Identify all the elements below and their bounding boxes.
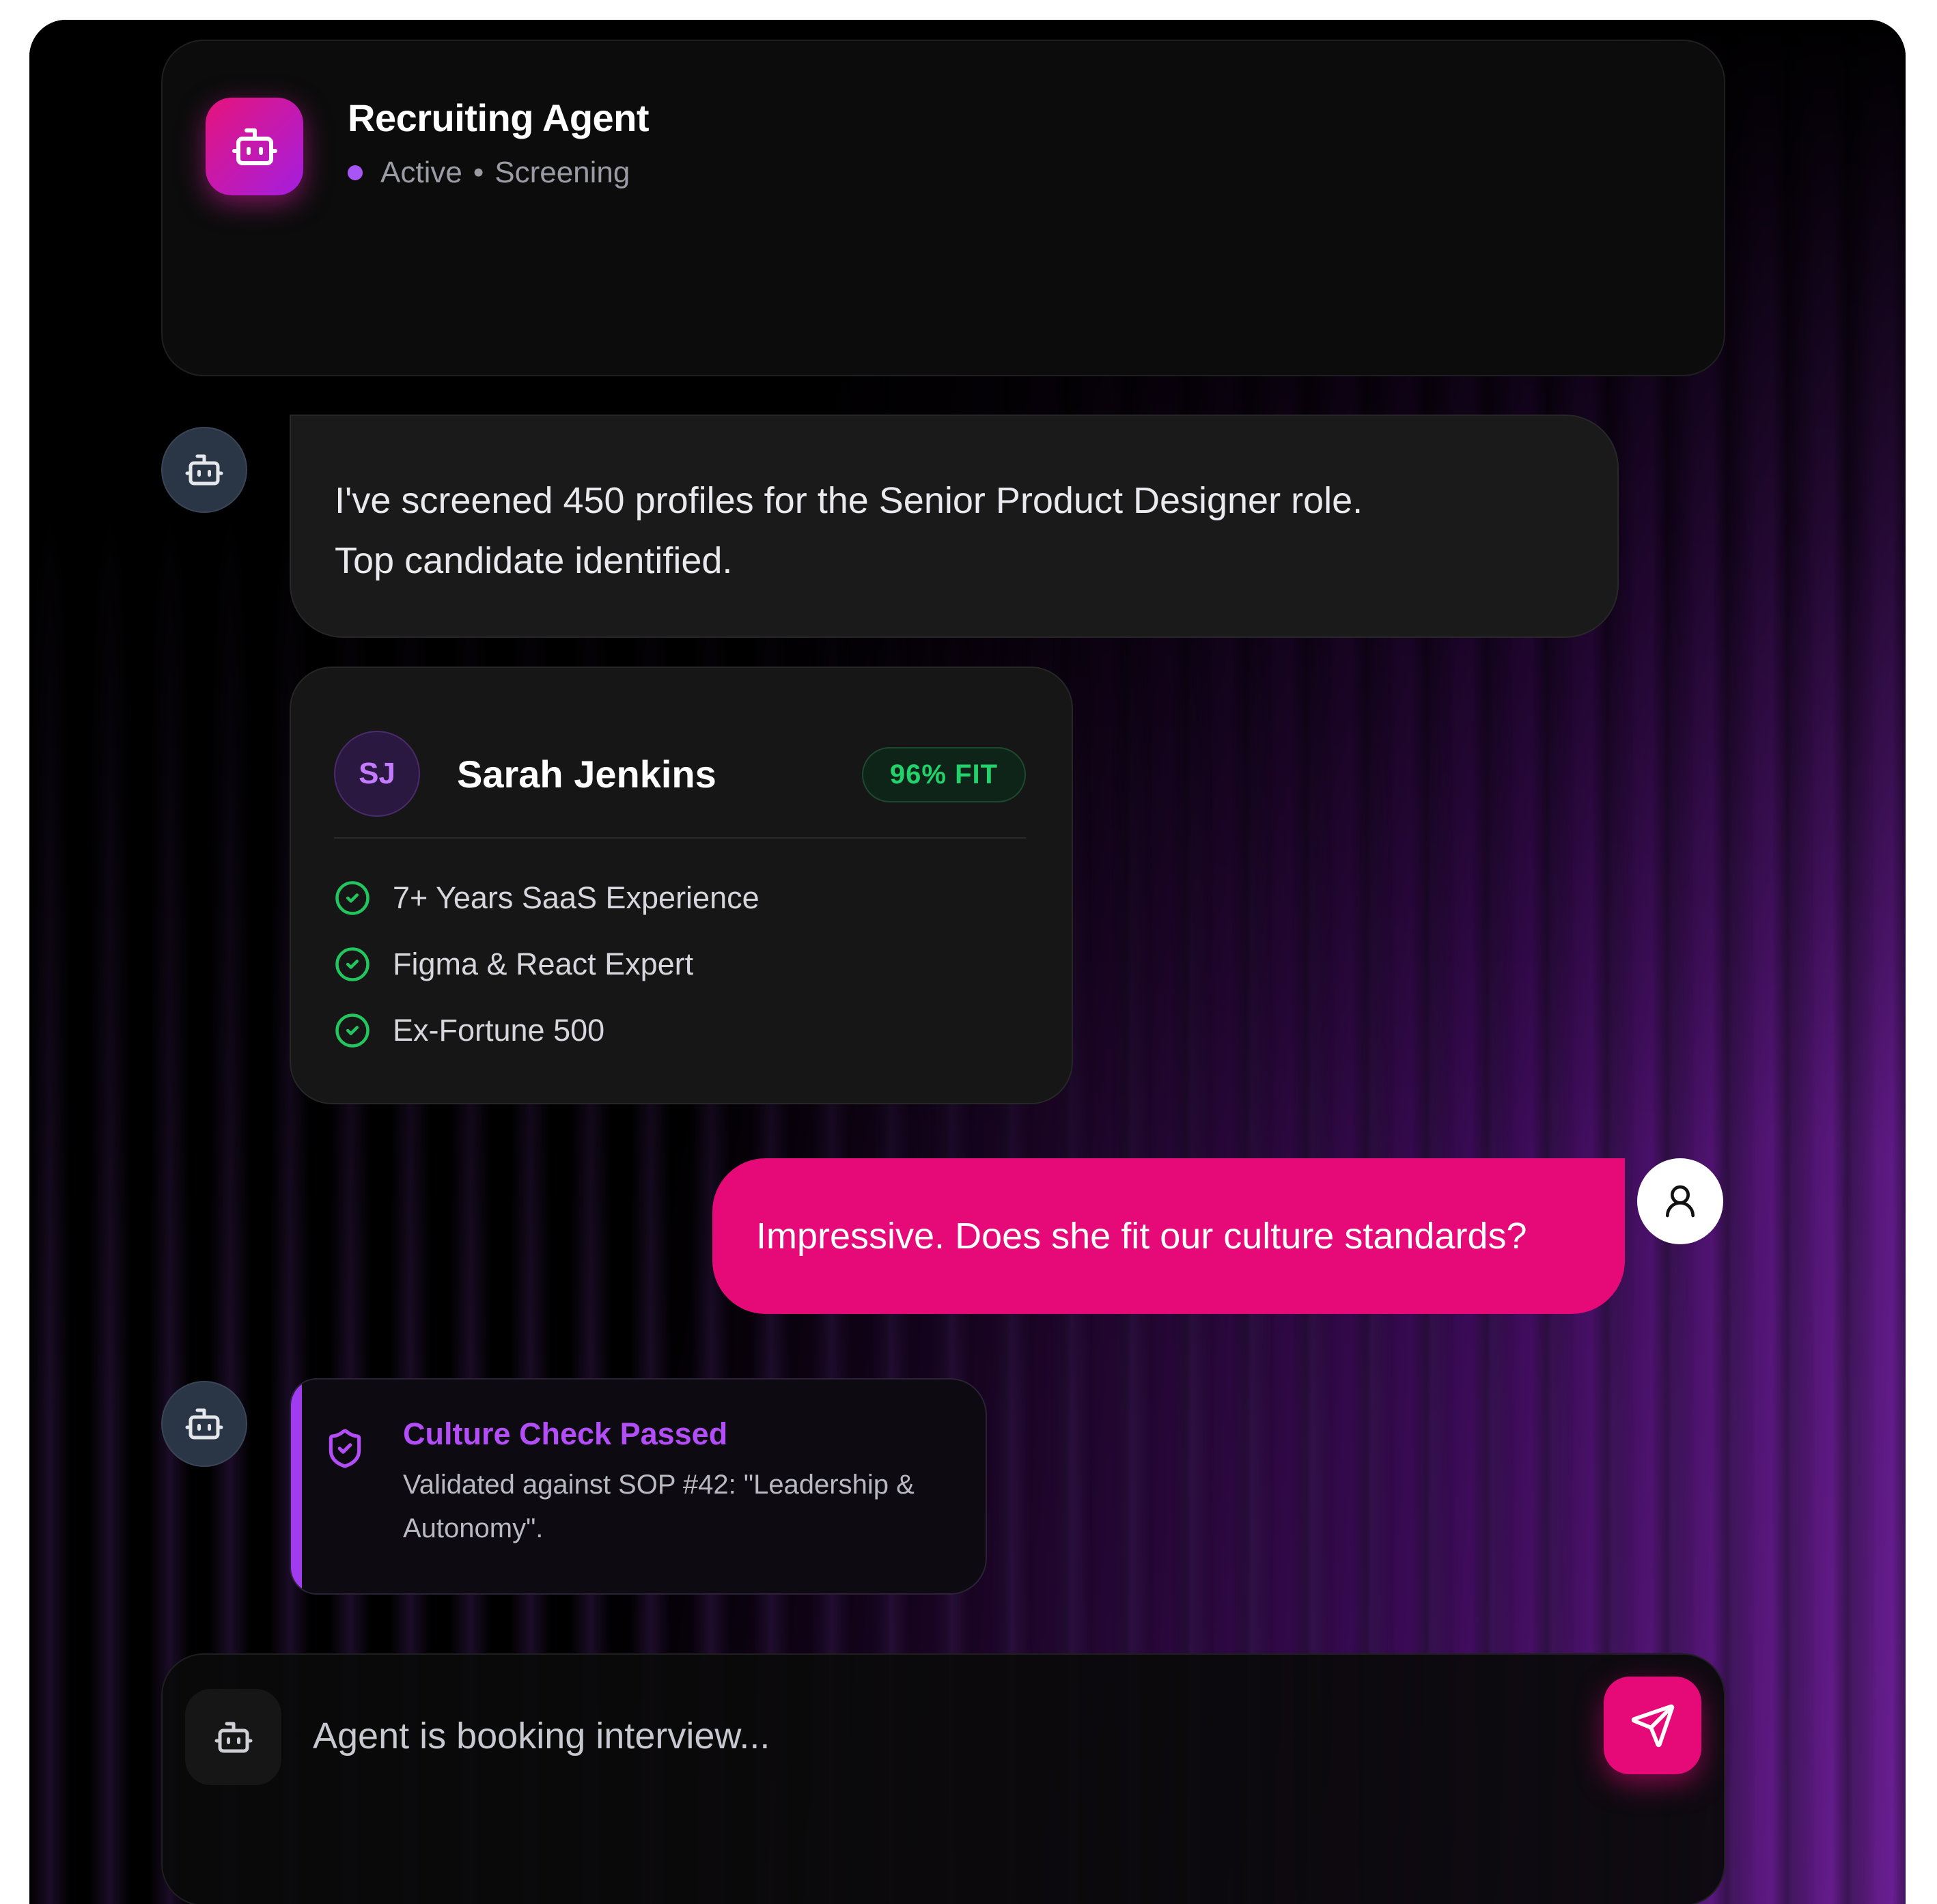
culture-check-card: Culture Check Passed Validated against S… — [290, 1378, 987, 1595]
bot-icon — [214, 1722, 252, 1752]
agent-indicator — [185, 1689, 281, 1785]
bot-icon — [232, 128, 277, 165]
user-message: Impressive. Does she fit our culture sta… — [712, 1158, 1625, 1314]
send-icon — [1631, 1704, 1674, 1747]
agent-status: Active • Screening — [348, 156, 630, 190]
check-circle-icon — [335, 1013, 370, 1048]
agent-header: Recruiting Agent Active • Screening — [161, 40, 1725, 376]
status-label: Active — [380, 156, 462, 189]
mode-label: Screening — [494, 156, 630, 189]
bot-icon — [185, 1408, 223, 1440]
divider — [334, 837, 1026, 839]
culture-accent-bar — [291, 1380, 302, 1593]
candidate-card[interactable]: SJ Sarah Jenkins 96% FIT 7+ Years SaaS E… — [290, 667, 1073, 1104]
agent-logo — [206, 98, 303, 195]
skill-item: 7+ Years SaaS Experience — [334, 880, 760, 916]
bot-icon — [185, 454, 223, 486]
send-button[interactable] — [1604, 1677, 1701, 1774]
bot-avatar — [161, 427, 247, 513]
agent-message: I've screened 450 profiles for the Senio… — [290, 415, 1619, 638]
bot-avatar — [161, 1381, 247, 1467]
message-input-bar: Agent is booking interview... — [161, 1653, 1725, 1904]
shield-check-icon — [329, 1429, 361, 1468]
skill-label: Ex-Fortune 500 — [393, 1013, 605, 1048]
check-circle-icon — [335, 947, 370, 981]
user-avatar — [1637, 1158, 1723, 1244]
culture-check-title: Culture Check Passed — [403, 1416, 728, 1451]
status-separator: • — [473, 156, 484, 189]
message-input[interactable]: Agent is booking interview... — [313, 1715, 770, 1757]
skill-label: 7+ Years SaaS Experience — [393, 880, 760, 915]
status-dot — [348, 165, 363, 180]
candidate-name: Sarah Jenkins — [457, 753, 716, 796]
fit-badge: 96% FIT — [862, 747, 1026, 802]
agent-message-line2: Top candidate identified. — [335, 540, 733, 581]
user-icon — [1666, 1185, 1695, 1218]
check-circle-icon — [335, 881, 370, 915]
agent-name: Recruiting Agent — [348, 96, 650, 139]
candidate-avatar: SJ — [334, 731, 420, 817]
skill-item: Figma & React Expert — [334, 946, 693, 983]
agent-message-line1: I've screened 450 profiles for the Senio… — [335, 480, 1363, 521]
skill-item: Ex-Fortune 500 — [334, 1012, 604, 1049]
app-frame: Recruiting Agent Active • Screening I've… — [29, 20, 1906, 1904]
skill-label: Figma & React Expert — [393, 947, 694, 981]
culture-check-text: Validated against SOP #42: "Leadership &… — [403, 1470, 915, 1543]
